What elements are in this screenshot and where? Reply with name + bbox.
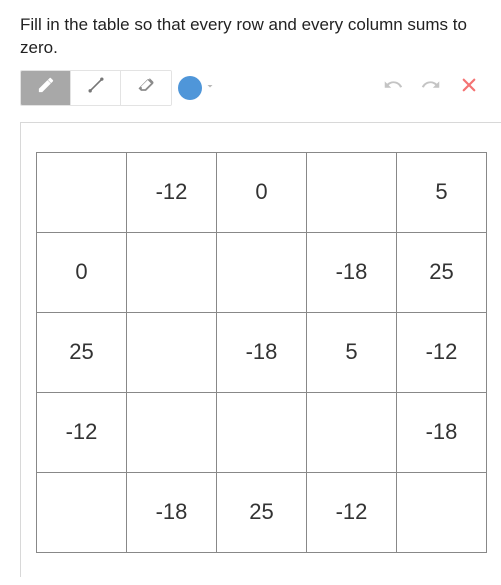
pencil-tool-button[interactable]: [21, 71, 71, 105]
undo-icon: [382, 74, 404, 101]
eraser-tool-button[interactable]: [121, 71, 171, 105]
grid-cell[interactable]: -12: [396, 312, 487, 393]
close-icon: [460, 76, 478, 99]
grid-cell[interactable]: 0: [36, 232, 127, 313]
grid-cell[interactable]: -18: [306, 232, 397, 313]
puzzle-grid: -12 0 5 0 -18 25 25 -18 5 -12 -12 -18 -1…: [37, 153, 501, 553]
grid-cell[interactable]: 25: [396, 232, 487, 313]
tool-group: [20, 70, 172, 106]
grid-cell[interactable]: -12: [126, 152, 217, 233]
line-tool-button[interactable]: [71, 71, 121, 105]
grid-cell[interactable]: 25: [216, 472, 307, 553]
grid-cell[interactable]: [306, 392, 397, 473]
grid-cell[interactable]: [216, 232, 307, 313]
grid-cell[interactable]: [306, 152, 397, 233]
chevron-down-icon: [204, 79, 216, 97]
grid-cell[interactable]: [126, 392, 217, 473]
grid-cell[interactable]: [36, 152, 127, 233]
drawing-toolbar: [0, 70, 501, 106]
undo-button[interactable]: [381, 76, 405, 100]
redo-button[interactable]: [419, 76, 443, 100]
close-button[interactable]: [457, 76, 481, 100]
grid-cell[interactable]: 25: [36, 312, 127, 393]
toolbar-right: [381, 76, 481, 100]
grid-cell[interactable]: -18: [126, 472, 217, 553]
grid-cell[interactable]: -12: [36, 392, 127, 473]
grid-cell[interactable]: [36, 472, 127, 553]
eraser-icon: [136, 75, 156, 100]
grid-cell[interactable]: 5: [396, 152, 487, 233]
pencil-icon: [37, 76, 55, 99]
grid-cell[interactable]: [216, 392, 307, 473]
grid-cell[interactable]: [396, 472, 487, 553]
line-icon: [86, 75, 106, 100]
grid-cell[interactable]: 0: [216, 152, 307, 233]
grid-cell[interactable]: [126, 232, 217, 313]
grid-cell[interactable]: 5: [306, 312, 397, 393]
color-picker[interactable]: [178, 76, 216, 100]
instructions-text: Fill in the table so that every row and …: [0, 0, 501, 70]
redo-icon: [420, 74, 442, 101]
color-swatch-icon: [178, 76, 202, 100]
grid-cell[interactable]: [126, 312, 217, 393]
puzzle-board: -12 0 5 0 -18 25 25 -18 5 -12 -12 -18 -1…: [20, 122, 501, 577]
grid-cell[interactable]: -18: [216, 312, 307, 393]
grid-cell[interactable]: -18: [396, 392, 487, 473]
grid-cell[interactable]: -12: [306, 472, 397, 553]
